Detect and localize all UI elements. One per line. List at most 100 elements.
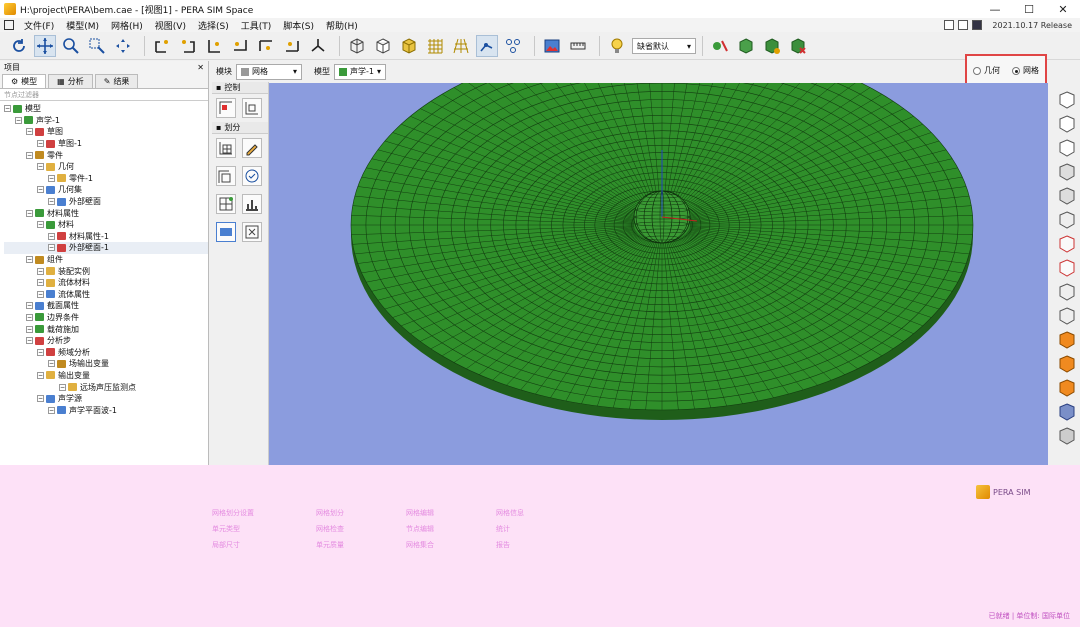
tree-node[interactable]: − 几何集: [4, 184, 208, 196]
tree-node[interactable]: − 场输出变量: [4, 358, 208, 370]
tree-node[interactable]: − 组件: [4, 254, 208, 266]
save-file-icon[interactable]: [972, 20, 983, 30]
tree-expand-icon[interactable]: −: [37, 221, 44, 229]
tree-expand-icon[interactable]: −: [48, 232, 55, 240]
cube-view-1-icon[interactable]: [1057, 90, 1077, 110]
hidden-line-cube-icon[interactable]: [372, 35, 394, 57]
zoom-icon[interactable]: [60, 35, 82, 57]
seed-control-icon[interactable]: [242, 98, 262, 118]
tree-expand-icon[interactable]: −: [15, 116, 22, 124]
tree-node[interactable]: − 零件-1: [4, 173, 208, 185]
model-select[interactable]: 声学-1 ▾: [334, 63, 386, 80]
part-remove-icon[interactable]: [787, 35, 809, 57]
blue-cube-icon[interactable]: [1057, 402, 1077, 422]
tree-expand-icon[interactable]: −: [37, 140, 44, 148]
menu-tools[interactable]: 工具(T): [235, 19, 278, 32]
tree-expand-icon[interactable]: −: [37, 371, 44, 379]
tree-node[interactable]: − 分析步: [4, 335, 208, 347]
tree-expand-icon[interactable]: −: [37, 348, 44, 356]
minimize-button[interactable]: —: [978, 0, 1012, 18]
view-right-icon[interactable]: [229, 35, 251, 57]
menu-help[interactable]: 帮助(H): [320, 19, 364, 32]
menu-mesh[interactable]: 网格(H): [105, 19, 149, 32]
tree-expand-icon[interactable]: −: [26, 337, 33, 345]
part-cube-icon[interactable]: [735, 35, 757, 57]
orange-cube-3-icon[interactable]: [1057, 378, 1077, 398]
tree-expand-icon[interactable]: −: [37, 186, 44, 194]
tree-node[interactable]: − 零件: [4, 149, 208, 161]
menu-select[interactable]: 选择(S): [192, 19, 235, 32]
menu-view[interactable]: 视图(V): [149, 19, 192, 32]
tree-node[interactable]: − 外部壁面: [4, 196, 208, 208]
orange-cube-1-icon[interactable]: [1057, 330, 1077, 350]
tree-node[interactable]: − 声学-1: [4, 115, 208, 127]
cube-view-7-icon[interactable]: [1057, 234, 1077, 254]
maximize-button[interactable]: ☐: [1012, 0, 1046, 18]
cube-view-10-icon[interactable]: [1057, 306, 1077, 326]
tree-expand-icon[interactable]: −: [48, 406, 55, 414]
geometry-radio[interactable]: 几何: [973, 65, 1000, 76]
control-section-header[interactable]: ▪ 控制: [212, 82, 268, 94]
tree-node[interactable]: − 材料属性-1: [4, 231, 208, 243]
tree-expand-icon[interactable]: −: [37, 395, 44, 403]
shaded-cube-icon[interactable]: [398, 35, 420, 57]
panel-close-icon[interactable]: ✕: [197, 63, 204, 72]
wireframe-cube-icon[interactable]: [346, 35, 368, 57]
mesh-quality-icon[interactable]: [242, 194, 262, 214]
tree-expand-icon[interactable]: −: [59, 383, 66, 391]
tree-node[interactable]: − 流体属性: [4, 289, 208, 301]
mesh-radio[interactable]: 网格: [1012, 65, 1039, 76]
part-add-icon[interactable]: [761, 35, 783, 57]
mesh-delete-icon[interactable]: [242, 222, 262, 242]
tab-results[interactable]: ✎ 结果: [94, 74, 139, 88]
tree-node[interactable]: − 载荷施加: [4, 323, 208, 335]
cube-view-8-icon[interactable]: [1057, 258, 1077, 278]
bulb-icon[interactable]: [606, 35, 628, 57]
cube-view-2-icon[interactable]: [1057, 114, 1077, 134]
tree-expand-icon[interactable]: −: [26, 313, 33, 321]
tree-node[interactable]: − 草图-1: [4, 138, 208, 150]
tree-node[interactable]: − 外部壁面-1: [4, 242, 208, 254]
tree-expand-icon[interactable]: −: [4, 105, 11, 113]
mesh-region-icon[interactable]: [216, 194, 236, 214]
tree-node[interactable]: − 草图: [4, 126, 208, 138]
open-file-icon[interactable]: [958, 20, 969, 30]
fit-view-icon[interactable]: [112, 35, 134, 57]
tree-expand-icon[interactable]: −: [48, 198, 55, 206]
tree-expand-icon[interactable]: −: [48, 174, 55, 182]
view-top-icon[interactable]: [255, 35, 277, 57]
element-type-icon[interactable]: [216, 166, 236, 186]
tree-node[interactable]: − 几何: [4, 161, 208, 173]
rotate-icon[interactable]: [8, 35, 30, 57]
tree-node[interactable]: − 截面属性: [4, 300, 208, 312]
view-back-icon[interactable]: [177, 35, 199, 57]
tab-analysis[interactable]: ▦ 分析: [48, 74, 93, 88]
image-capture-icon[interactable]: [541, 35, 563, 57]
pan-icon[interactable]: [34, 35, 56, 57]
app-menu-icon[interactable]: [4, 20, 14, 30]
mesh-grid-icon[interactable]: [424, 35, 446, 57]
mesh-assembly-icon[interactable]: [216, 222, 236, 242]
close-button[interactable]: ✕: [1046, 0, 1080, 18]
tab-model[interactable]: ⚙ 模型: [2, 74, 47, 88]
tree-node[interactable]: − 频域分析: [4, 346, 208, 358]
view-bottom-icon[interactable]: [281, 35, 303, 57]
tree-expand-icon[interactable]: −: [48, 360, 55, 368]
cube-view-5-icon[interactable]: [1057, 186, 1077, 206]
graphics-viewport[interactable]: [269, 83, 1048, 501]
select-node-icon[interactable]: [476, 35, 498, 57]
orange-cube-2-icon[interactable]: [1057, 354, 1077, 374]
tree-node[interactable]: − 装配实例: [4, 265, 208, 277]
cube-view-6-icon[interactable]: [1057, 210, 1077, 230]
menu-script[interactable]: 脚本(S): [277, 19, 320, 32]
tree-expand-icon[interactable]: −: [48, 244, 55, 252]
tree-node[interactable]: − 流体材料: [4, 277, 208, 289]
ruler-icon[interactable]: [567, 35, 589, 57]
mesh-part-icon[interactable]: [216, 138, 236, 158]
tree-expand-icon[interactable]: −: [37, 267, 44, 275]
tree-node[interactable]: − 声学平面波-1: [4, 404, 208, 416]
cube-view-9-icon[interactable]: [1057, 282, 1077, 302]
edit-mesh-icon[interactable]: [242, 138, 262, 158]
tree-node[interactable]: − 模型: [4, 103, 208, 115]
view-iso-icon[interactable]: [307, 35, 329, 57]
